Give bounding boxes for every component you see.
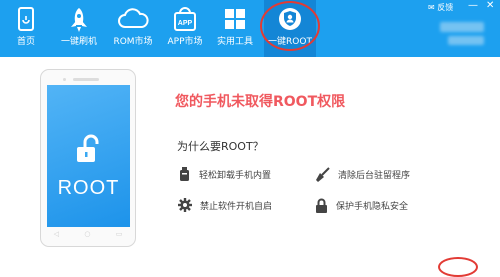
phone-speaker	[73, 78, 99, 81]
window-controls: ✉ 反馈 — ✕	[420, 0, 500, 57]
nav-app-label: APP市场	[167, 37, 203, 47]
uninstall-icon	[180, 167, 189, 181]
phone-home-key: ○	[84, 230, 91, 238]
nav-flash-label: 一键刷机	[60, 37, 97, 47]
phone-illustration: ROOT ◁ ○ ▭	[40, 69, 136, 247]
nav-home-label: 首页	[16, 37, 35, 47]
close-button[interactable]: ✕	[486, 0, 494, 11]
feature-autostart-label: 禁止软件开机自启	[200, 201, 273, 212]
feature-disable-autostart: 禁止软件开机自启	[178, 198, 272, 212]
gear-icon	[178, 198, 192, 212]
nav-rom-market[interactable]: ROM市场	[108, 0, 158, 57]
feature-privacy-label: 保护手机隐私安全	[336, 202, 409, 212]
nav-tools[interactable]: 实用工具	[212, 0, 258, 57]
feature-clean-background: 清除后台驻留程序	[315, 167, 410, 182]
broom-icon	[316, 167, 330, 182]
nav-app-market[interactable]: APP APP市场	[162, 0, 208, 57]
blurred-user-info	[440, 22, 484, 32]
phone-root-label: ROOT	[57, 177, 120, 199]
nav-one-click-flash[interactable]: 一键刷机	[54, 0, 104, 57]
blurred-user-info-2	[448, 36, 484, 45]
top-nav-bar: 首页 一键刷机 ROM市场 APP APP市场 实用工具 一键ROOT ✉ 反馈…	[0, 0, 500, 57]
annotation-circle-bottom	[438, 257, 478, 277]
nav-home[interactable]: 首页	[4, 0, 48, 57]
feedback-button[interactable]: ✉ 反馈	[428, 2, 453, 13]
app-bag-icon: APP	[174, 7, 196, 31]
feedback-icon: ✉	[428, 3, 435, 12]
windows-grid-icon	[225, 9, 245, 29]
phone-back-key: ◁	[53, 230, 60, 238]
svg-text:APP: APP	[178, 20, 193, 27]
phone-buttons: ◁ ○ ▭	[41, 230, 135, 238]
phone-menu-key: ▭	[115, 230, 123, 238]
minimize-button[interactable]: —	[468, 0, 478, 11]
feature-uninstall: 轻松卸载手机内置	[178, 167, 271, 182]
nav-tools-label: 实用工具	[216, 37, 253, 47]
feature-uninstall-label: 轻松卸载手机内置	[199, 171, 272, 181]
root-status-headline: 您的手机未取得ROOT权限	[175, 94, 346, 110]
unlock-icon	[77, 134, 99, 162]
lock-icon	[316, 198, 327, 213]
home-phone-icon	[18, 7, 34, 31]
feedback-label: 反馈	[437, 3, 454, 12]
phone-screen: ROOT	[47, 85, 130, 227]
why-root-title: 为什么要ROOT？	[177, 140, 264, 153]
phone-camera	[63, 78, 66, 81]
nav-rom-label: ROM市场	[113, 37, 153, 47]
cloud-icon	[118, 8, 149, 28]
rocket-icon	[71, 8, 87, 32]
annotation-circle	[260, 1, 320, 51]
feature-privacy: 保护手机隐私安全	[315, 198, 408, 213]
feature-clean-label: 清除后台驻留程序	[338, 171, 411, 181]
